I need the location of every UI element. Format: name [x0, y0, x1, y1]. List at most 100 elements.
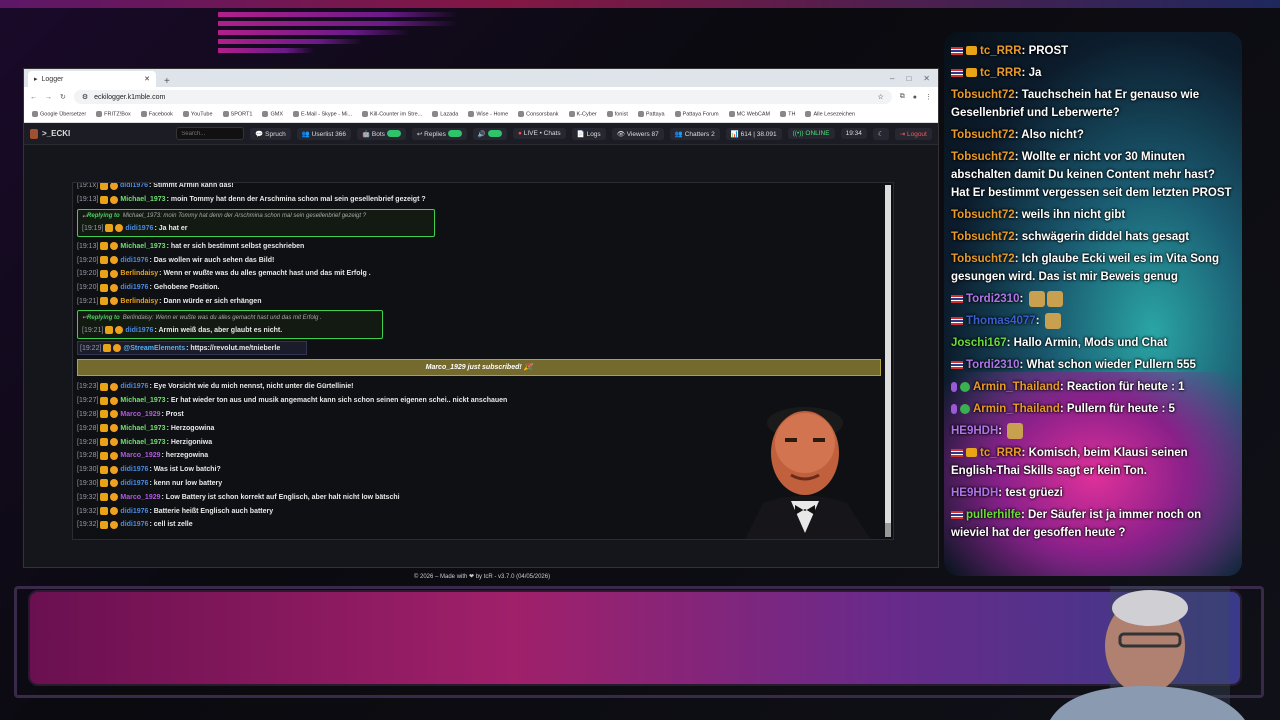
twitch-username[interactable]: Tobsucht72: [951, 253, 1015, 265]
bookmark-item[interactable]: Kill-Counter im Stre...: [362, 111, 422, 118]
twitch-username[interactable]: Thomas4077: [966, 315, 1036, 327]
twitch-username[interactable]: Armin_Thailand: [973, 403, 1060, 415]
bookmark-item[interactable]: MC WebCAM: [728, 111, 770, 118]
replies-button[interactable]: ↩ Replies: [411, 127, 467, 140]
site-info-icon[interactable]: ⚙: [82, 93, 88, 101]
scrollbar[interactable]: [885, 185, 891, 537]
userlist-button[interactable]: 👥 Userlist 366: [296, 127, 351, 140]
log-username[interactable]: didi1976: [125, 225, 153, 232]
broadcaster-badge-icon: [105, 326, 114, 335]
url-field[interactable]: ⚙ eckilogger.k1mble.com ☆: [73, 90, 892, 104]
bookmark-item[interactable]: Facebook: [140, 111, 173, 118]
twitch-username[interactable]: Tobsucht72: [951, 231, 1015, 243]
minimize-icon[interactable]: –: [890, 74, 894, 83]
log-username[interactable]: didi1976: [120, 383, 148, 390]
bookmark-item[interactable]: FRITZ!Box: [96, 111, 131, 118]
twitch-username[interactable]: Tobsucht72: [951, 209, 1015, 221]
maximize-icon[interactable]: □: [906, 74, 911, 83]
tab-favicon-icon: ▸: [34, 76, 38, 83]
log-username[interactable]: Berlindaisy: [120, 270, 158, 277]
bookmark-item[interactable]: Google Übersetzer: [32, 111, 86, 118]
log-username[interactable]: Michael_1973: [120, 196, 165, 203]
twitch-message-text: :: [998, 425, 1006, 437]
sub-badge-icon: [110, 493, 119, 502]
bots-button[interactable]: 🤖 Bots: [356, 127, 406, 140]
bookmark-item[interactable]: SPORT1: [222, 111, 252, 118]
twitch-username[interactable]: pullerhilfe: [966, 509, 1021, 521]
log-username[interactable]: Marco_1929: [120, 452, 160, 459]
log-username[interactable]: didi1976: [120, 480, 148, 487]
twitch-username[interactable]: tc_RRR: [980, 447, 1022, 459]
bookmark-label: Pattaya Forum: [682, 111, 719, 118]
log-username[interactable]: didi1976: [120, 257, 148, 264]
menu-icon[interactable]: ⋮: [925, 93, 932, 101]
broadcaster-badge-icon: [100, 297, 109, 306]
back-icon[interactable]: ←: [30, 94, 37, 101]
bookmark-star-icon[interactable]: ☆: [877, 93, 883, 101]
bookmark-item[interactable]: Pattaya Forum: [674, 111, 719, 118]
viewers-label: Viewers 87: [626, 130, 659, 138]
twitch-username[interactable]: Joschi167: [951, 337, 1007, 349]
log-username[interactable]: @StreamElements: [123, 345, 185, 352]
live-chats-button[interactable]: ● LIVE • Chats: [512, 128, 566, 139]
log-username[interactable]: didi1976: [120, 466, 148, 473]
sound-toggle-button[interactable]: 🔊: [472, 127, 507, 140]
dark-mode-icon[interactable]: ☾: [872, 127, 889, 140]
chat-log-panel[interactable]: [19:1x] didi1976: Stimmt Armin kann das![…: [72, 182, 894, 540]
bookmark-item[interactable]: Pattaya: [637, 111, 665, 118]
twitch-username[interactable]: Tobsucht72: [951, 129, 1015, 141]
bookmark-item[interactable]: Wise - Home: [468, 111, 508, 118]
bookmark-item[interactable]: GMX: [262, 111, 283, 118]
tab-close-icon[interactable]: ✕: [144, 75, 150, 83]
twitch-username[interactable]: tc_RRR: [980, 67, 1022, 79]
log-username[interactable]: didi1976: [125, 327, 153, 334]
log-username[interactable]: Marco_1929: [120, 494, 160, 501]
bookmark-item[interactable]: E-Mail - Skype - Mi...: [292, 111, 352, 118]
log-username[interactable]: Marco_1929: [120, 411, 160, 418]
log-username[interactable]: didi1976: [120, 521, 148, 528]
profile-icon[interactable]: ●: [913, 94, 917, 101]
log-username[interactable]: Michael_1973: [120, 397, 165, 404]
log-username[interactable]: Michael_1973: [120, 425, 165, 432]
extensions-icon[interactable]: ⧉: [900, 93, 905, 101]
bookmark-item[interactable]: K-Cyber: [568, 111, 597, 118]
logs-button[interactable]: 📄 Logs: [571, 127, 606, 140]
spruch-button[interactable]: 💬 Spruch: [250, 127, 291, 140]
log-username[interactable]: didi1976: [120, 508, 148, 515]
twitch-username[interactable]: Tobsucht72: [951, 151, 1015, 163]
log-username[interactable]: Michael_1973: [120, 243, 165, 250]
twitch-username[interactable]: Tordi2310: [966, 359, 1019, 371]
log-username[interactable]: Michael_1973: [120, 439, 165, 446]
bookmark-item[interactable]: TH: [780, 111, 795, 118]
bookmark-item[interactable]: Alle Lesezeichen: [805, 111, 855, 118]
sub-badge-icon: [110, 195, 119, 204]
bookmark-item[interactable]: YouTube: [182, 111, 213, 118]
app-brand[interactable]: >_ECKI: [30, 128, 70, 139]
userlist-label: Userlist 366: [311, 130, 346, 138]
scrollbar-thumb[interactable]: [885, 523, 891, 537]
logout-button[interactable]: ⇥ Logout: [894, 127, 932, 140]
log-username[interactable]: didi1976: [120, 284, 148, 291]
twitch-username[interactable]: HE9HDH: [951, 425, 998, 437]
twitch-username[interactable]: tc_RRR: [980, 45, 1022, 57]
reload-icon[interactable]: ↻: [60, 93, 66, 101]
bots-toggle[interactable]: [386, 130, 401, 138]
forward-icon[interactable]: →: [45, 94, 52, 101]
sound-toggle[interactable]: [487, 130, 502, 138]
twitch-username[interactable]: Tordi2310: [966, 293, 1019, 305]
search-input[interactable]: [176, 127, 245, 140]
log-username[interactable]: didi1976: [120, 183, 148, 189]
new-tab-icon[interactable]: +: [164, 76, 170, 87]
log-row: [19:1x] didi1976: Stimmt Armin kann das!: [77, 183, 887, 193]
bookmark-item[interactable]: Lazada: [432, 111, 458, 118]
close-window-icon[interactable]: ✕: [923, 74, 930, 83]
log-username[interactable]: Berlindaisy: [120, 298, 158, 305]
bookmark-item[interactable]: Consorsbank: [518, 111, 559, 118]
browser-tab[interactable]: ▸ Logger ✕: [28, 71, 156, 87]
bookmark-item[interactable]: fonist: [606, 111, 628, 118]
bookmark-favicon-icon: [262, 111, 269, 118]
twitch-username[interactable]: Tobsucht72: [951, 89, 1015, 101]
twitch-username[interactable]: HE9HDH: [951, 487, 998, 499]
twitch-username[interactable]: Armin_Thailand: [973, 381, 1060, 393]
replies-toggle[interactable]: [447, 130, 462, 138]
